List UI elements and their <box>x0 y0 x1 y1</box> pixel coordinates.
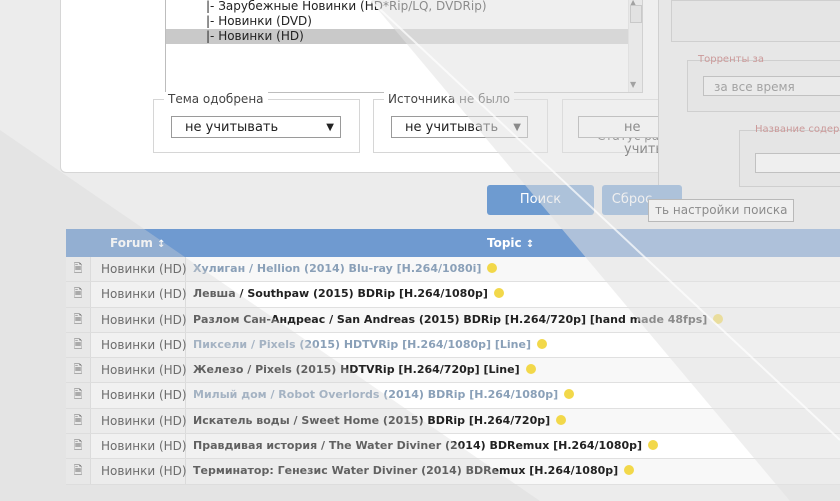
topic-icon: 🗎 <box>66 358 91 383</box>
topic-link[interactable]: Левша / Southpaw (2015) BDRip [H.264/108… <box>193 282 504 306</box>
approved-filter-group: Тема одобрена не учитывать ▼ <box>153 92 360 153</box>
forum-cell[interactable]: Новинки (HD) <box>91 358 187 383</box>
status-dot-icon <box>648 440 659 451</box>
forum-cell[interactable]: Новинки (HD) <box>91 408 187 434</box>
category-listbox[interactable]: |- Зарубежные Новинки (HD*Rip/LQ, DVDRip… <box>165 0 643 93</box>
status-dot-icon <box>564 389 575 400</box>
status-dot-icon <box>713 313 724 324</box>
search-button[interactable]: Поиск <box>487 185 594 215</box>
topic-link[interactable]: Разлом Сан-Андреас / San Andreas (2015) … <box>193 308 724 332</box>
topic-link[interactable]: Искатель воды / Sweet Home (2015) BDRip … <box>193 409 567 433</box>
name-contains-legend: Название содержит <box>755 124 840 135</box>
approved-legend: Тема одобрена <box>164 92 268 106</box>
topic-title[interactable]: Железо / Pixels (2015) HDTVRip [H.264/72… <box>193 363 520 376</box>
topic-link[interactable]: Хулиган / Hellion (2014) Blu-ray [H.264/… <box>193 257 498 281</box>
forum-cell[interactable]: Новинки (HD) <box>91 282 187 307</box>
topic-title[interactable]: Милый дом / Robot Overlords (2014) BDRip… <box>193 388 558 401</box>
forum-cell[interactable]: Новинки (HD) <box>91 459 187 484</box>
no-source-legend: Источника не было <box>384 92 514 106</box>
topic-icon: 🗎 <box>66 434 91 459</box>
topic-link[interactable]: Милый дом / Robot Overlords (2014) BDRip… <box>193 383 575 407</box>
topic-title[interactable]: Левша / Southpaw (2015) BDRip [H.264/108… <box>193 287 488 300</box>
forum-column-header[interactable]: Forum ↕ <box>110 229 166 259</box>
chevron-down-icon: ▼ <box>513 122 521 133</box>
forum-cell[interactable]: Новинки (HD) <box>91 257 187 282</box>
no-source-select-value: не учитывать <box>405 120 499 135</box>
category-item[interactable]: |- Новинки (DVD) <box>166 14 642 29</box>
radio-group <box>671 0 840 42</box>
status-dot-icon <box>487 263 498 273</box>
chevron-down-icon: ▼ <box>326 122 334 133</box>
status-dot-icon <box>525 364 536 375</box>
approved-select-value: не учитывать <box>185 120 279 135</box>
no-source-filter-group: Источника не было не учитывать ▼ <box>373 92 548 153</box>
secondary-filter-panel: Торренты за за все время Название содерж… <box>658 0 840 190</box>
table-header: Forum ↕ Topic ↕ <box>66 229 840 257</box>
name-contains-group: Название содержит <box>739 124 840 187</box>
topic-icon: 🗎 <box>66 332 91 358</box>
table-row[interactable]: 🗎 Новинки (HD) Терминатор: Генезис Water D… <box>66 459 840 485</box>
sort-icon: ↕ <box>525 239 535 250</box>
approved-select[interactable]: не учитывать ▼ <box>171 116 341 138</box>
forum-cell[interactable]: Новинки (HD) <box>91 307 187 332</box>
table-row[interactable]: 🗎 Новинки (HD) Искатель воды / Sweet Home … <box>66 408 840 435</box>
category-item-selected[interactable]: |- Новинки (HD) <box>166 29 642 44</box>
table-row[interactable]: 🗎 Новинки (HD) Левша / Southpaw (2015) BDR… <box>66 282 840 308</box>
topic-title[interactable]: Разлом Сан-Андреас / San Andreas (2015) … <box>193 313 707 326</box>
topic-link[interactable]: Пиксели / Pixels (2015) HDTVRip [H.264/1… <box>193 333 547 357</box>
torrents-period-legend: Торренты за <box>698 54 764 65</box>
forum-cell[interactable]: Новинки (HD) <box>91 383 187 408</box>
table-row[interactable]: 🗎 Новинки (HD) Железо / Pixels (2015) HDTV… <box>66 358 840 384</box>
torrents-period-group: Торренты за за все время <box>687 54 840 112</box>
status-dot-icon <box>624 465 635 476</box>
table-body: 🗎 Новинки (HD) Хулиган / Hellion (2014) Bl… <box>66 257 840 485</box>
scroll-down-icon[interactable]: ▼ <box>630 80 636 89</box>
topic-icon: 🗎 <box>66 257 91 282</box>
topic-link[interactable]: Правдивая история / The Water Diviner (2… <box>193 434 659 458</box>
table-row[interactable]: 🗎 Новинки (HD) Пиксели / Pixels (2015) HDT… <box>66 332 840 359</box>
topic-title[interactable]: Терминатор: Генезис Water Diviner (2014)… <box>193 464 618 477</box>
sort-icon: ↕ <box>157 239 166 250</box>
name-contains-input[interactable] <box>755 153 840 173</box>
table-row[interactable]: 🗎 Новинки (HD) Милый дом / Robot Overlords… <box>66 383 840 409</box>
no-source-select[interactable]: не учитывать ▼ <box>391 116 528 138</box>
topic-icon: 🗎 <box>66 383 91 408</box>
topic-title[interactable]: Хулиган / Hellion (2014) Blu-ray [H.264/… <box>193 262 481 275</box>
status-dot-icon <box>537 338 547 349</box>
topic-column-header[interactable]: Topic ↕ <box>487 229 534 259</box>
reset-tooltip: ть настройки поиска <box>648 199 795 222</box>
table-row[interactable]: 🗎 Новинки (HD) Правдивая история / The Wat… <box>66 434 840 460</box>
forum-cell[interactable]: Новинки (HD) <box>91 434 187 459</box>
topic-header-label: Topic <box>487 236 522 250</box>
table-row[interactable]: 🗎 Новинки (HD) Хулиган / Hellion (2014) Bl… <box>66 257 840 283</box>
forum-cell[interactable]: Новинки (HD) <box>91 332 187 358</box>
topic-title[interactable]: Пиксели / Pixels (2015) HDTVRip [H.264/1… <box>193 338 531 351</box>
topic-link[interactable]: Железо / Pixels (2015) HDTVRip [H.264/72… <box>193 358 536 382</box>
category-item[interactable]: |- Зарубежные Новинки (HD*Rip/LQ, DVDRip… <box>166 0 642 14</box>
table-row[interactable]: 🗎 Новинки (HD) Разлом Сан-Андреас / San An… <box>66 307 840 333</box>
status-dot-icon <box>556 414 567 425</box>
topic-title[interactable]: Искатель воды / Sweet Home (2015) BDRip … <box>193 414 550 427</box>
topic-icon: 🗎 <box>66 282 91 307</box>
forum-header-label: Forum <box>110 236 153 250</box>
topic-icon: 🗎 <box>66 408 91 434</box>
results-table: Forum ↕ Topic ↕ 🗎 Новинки (HD) Хулиган / H… <box>66 229 840 485</box>
topic-title[interactable]: Правдивая история / The Water Diviner (2… <box>193 439 642 452</box>
topic-icon: 🗎 <box>66 307 91 332</box>
scrollbar-thumb[interactable] <box>630 5 642 23</box>
status-dot-icon <box>493 288 504 299</box>
topic-icon: 🗎 <box>66 459 91 484</box>
topic-link[interactable]: Терминатор: Генезис Water Diviner (2014)… <box>193 459 635 483</box>
torrents-period-select[interactable]: за все время <box>703 76 840 96</box>
listbox-scrollbar[interactable]: ▲ ▼ <box>628 0 642 92</box>
